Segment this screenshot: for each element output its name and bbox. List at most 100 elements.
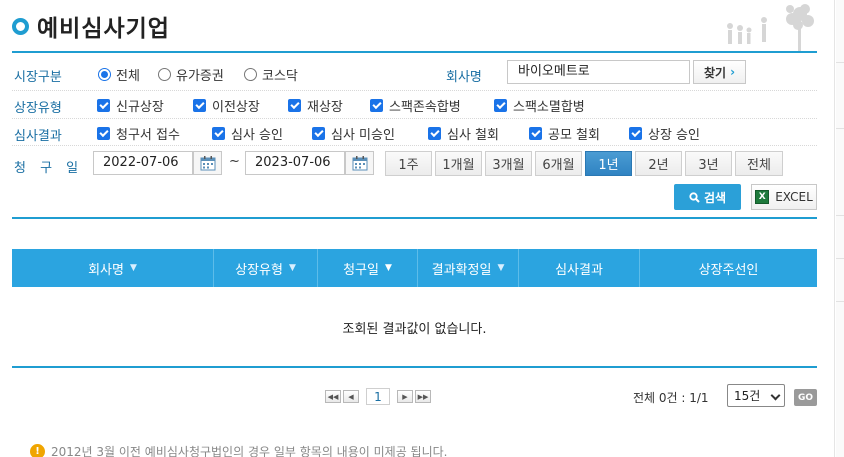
- sort-down-icon: ▼: [384, 263, 392, 273]
- go-button[interactable]: GO: [794, 389, 817, 406]
- checkbox-label: 스팩존속합병: [389, 100, 461, 115]
- calendar-icon: [352, 155, 367, 170]
- checkbox-listing-approved[interactable]: 상장 승인: [629, 124, 700, 143]
- excel-icon: X: [755, 190, 770, 204]
- period-all-button[interactable]: 전체: [735, 151, 783, 176]
- excel-download-button[interactable]: X EXCEL: [751, 184, 817, 210]
- period-6-month-button[interactable]: 6개월: [535, 151, 582, 176]
- column-label: 심사결과: [555, 262, 603, 278]
- checkbox-review-approved[interactable]: 심사 승인: [212, 124, 283, 143]
- notice-text: 2012년 3월 이전 예비심사청구법인의 경우 일부 항목의 내용이 미제공 …: [51, 445, 448, 457]
- result-label: 심사결과: [14, 129, 62, 144]
- radio-selected-icon: [98, 68, 111, 81]
- checkbox-label: 심사 미승인: [331, 128, 395, 143]
- period-3-year-button[interactable]: 3년: [685, 151, 732, 176]
- date-range-separator: ~: [229, 154, 240, 169]
- column-label: 상장주선인: [698, 262, 759, 278]
- pagination: ◀◀ ◀ 1 ▶ ▶▶: [325, 388, 433, 405]
- chevron-right-icon: ›: [730, 65, 736, 79]
- checkbox-spac-dissolving-merger[interactable]: 스팩소멸합병: [494, 96, 585, 115]
- first-page-icon[interactable]: ◀◀: [325, 390, 341, 403]
- right-scroll-strip: [836, 0, 844, 457]
- page-right-border: [834, 0, 835, 457]
- checkbox-label: 심사 승인: [231, 128, 283, 143]
- company-label: 회사명: [446, 70, 482, 85]
- radio-empty-icon: [244, 68, 257, 81]
- page-size-select[interactable]: 15건: [727, 384, 785, 407]
- date-from-input[interactable]: 2022-07-06: [93, 151, 193, 175]
- checkbox-checked-icon: [494, 99, 507, 112]
- next-page-icon[interactable]: ▶: [397, 390, 413, 403]
- column-header-request-date[interactable]: 청구일 ▼: [318, 249, 418, 287]
- listing-type-label: 상장유형: [14, 101, 62, 116]
- checkbox-review-withdrawn[interactable]: 심사 철회: [428, 124, 499, 143]
- column-label: 상장유형: [235, 262, 283, 278]
- checkbox-label: 신규상장: [116, 100, 164, 115]
- last-page-icon[interactable]: ▶▶: [415, 390, 431, 403]
- market-radio-kospi[interactable]: 유가증권: [158, 65, 224, 84]
- column-header-underwriter: 상장주선인: [640, 249, 817, 287]
- period-1-month-button[interactable]: 1개월: [435, 151, 482, 176]
- date-from-calendar-button[interactable]: [193, 151, 222, 175]
- checkbox-checked-icon: [193, 99, 206, 112]
- calendar-icon: [200, 155, 215, 170]
- empty-results-message: 조회된 결과값이 없습니다.: [342, 322, 487, 337]
- results-table-header: 회사명 ▼ 상장유형 ▼ 청구일 ▼ 결과확정일 ▼ 심사결과 상장주선인: [12, 249, 817, 287]
- checkbox-relisting[interactable]: 재상장: [288, 96, 343, 115]
- request-date-label: 청 구 일: [14, 161, 84, 176]
- row-divider: [12, 90, 817, 91]
- checkbox-label: 스팩소멸합병: [513, 100, 585, 115]
- checkbox-label: 청구서 접수: [116, 128, 180, 143]
- date-to-calendar-button[interactable]: [345, 151, 374, 175]
- market-label: 시장구분: [14, 70, 62, 85]
- period-1-year-button[interactable]: 1년: [585, 151, 632, 176]
- column-label: 결과확정일: [431, 262, 492, 278]
- market-radio-all[interactable]: 전체: [98, 65, 140, 84]
- checkbox-new-listing[interactable]: 신규상장: [97, 96, 164, 115]
- checkbox-offering-withdrawn[interactable]: 공모 철회: [529, 124, 600, 143]
- title-bullet-icon: [12, 17, 29, 35]
- column-header-result-date[interactable]: 결과확정일 ▼: [418, 249, 519, 287]
- column-header-company[interactable]: 회사명 ▼: [12, 249, 214, 287]
- checkbox-label: 상장 승인: [648, 128, 700, 143]
- row-divider: [12, 145, 817, 146]
- find-company-button[interactable]: 찾기 ›: [693, 60, 746, 84]
- column-header-review-result: 심사결과: [519, 249, 640, 287]
- checkbox-transfer-listing[interactable]: 이전상장: [193, 96, 260, 115]
- page-size-value: 15건: [734, 389, 761, 403]
- sort-down-icon: ▼: [288, 263, 296, 273]
- checkbox-request-received[interactable]: 청구서 접수: [97, 124, 180, 143]
- search-button[interactable]: 검색: [674, 184, 741, 210]
- chevron-down-icon: [770, 390, 781, 401]
- period-3-month-button[interactable]: 3개월: [485, 151, 532, 176]
- page-number-current[interactable]: 1: [366, 388, 390, 405]
- prev-page-icon[interactable]: ◀: [343, 390, 359, 403]
- period-1-week-button[interactable]: 1주: [385, 151, 432, 176]
- date-to-input[interactable]: 2023-07-06: [245, 151, 345, 175]
- warning-icon: !: [30, 444, 45, 457]
- checkbox-checked-icon: [370, 99, 383, 112]
- company-name-input[interactable]: 바이오메트로: [507, 60, 690, 84]
- excel-button-label: EXCEL: [775, 190, 813, 204]
- checkbox-checked-icon: [288, 99, 301, 112]
- find-button-label: 찾기: [703, 65, 727, 80]
- checkbox-review-rejected[interactable]: 심사 미승인: [312, 124, 395, 143]
- sort-down-icon: ▼: [497, 263, 505, 273]
- checkbox-checked-icon: [212, 127, 225, 140]
- result-count-summary: 전체 0건 : 1/1: [633, 391, 709, 405]
- checkbox-checked-icon: [428, 127, 441, 140]
- checkbox-checked-icon: [97, 99, 110, 112]
- market-option-label: 코스닥: [262, 69, 298, 84]
- radio-empty-icon: [158, 68, 171, 81]
- checkbox-label: 공모 철회: [548, 128, 600, 143]
- search-icon: [689, 191, 700, 203]
- header-divider: [12, 51, 817, 53]
- page-title: 예비심사기업: [37, 16, 170, 42]
- period-2-year-button[interactable]: 2년: [635, 151, 682, 176]
- column-header-listing-type[interactable]: 상장유형 ▼: [214, 249, 318, 287]
- market-option-label: 전체: [116, 69, 140, 84]
- checkbox-label: 이전상장: [212, 100, 260, 115]
- row-divider: [12, 118, 817, 119]
- checkbox-spac-surviving-merger[interactable]: 스팩존속합병: [370, 96, 461, 115]
- market-radio-kosdaq[interactable]: 코스닥: [244, 65, 298, 84]
